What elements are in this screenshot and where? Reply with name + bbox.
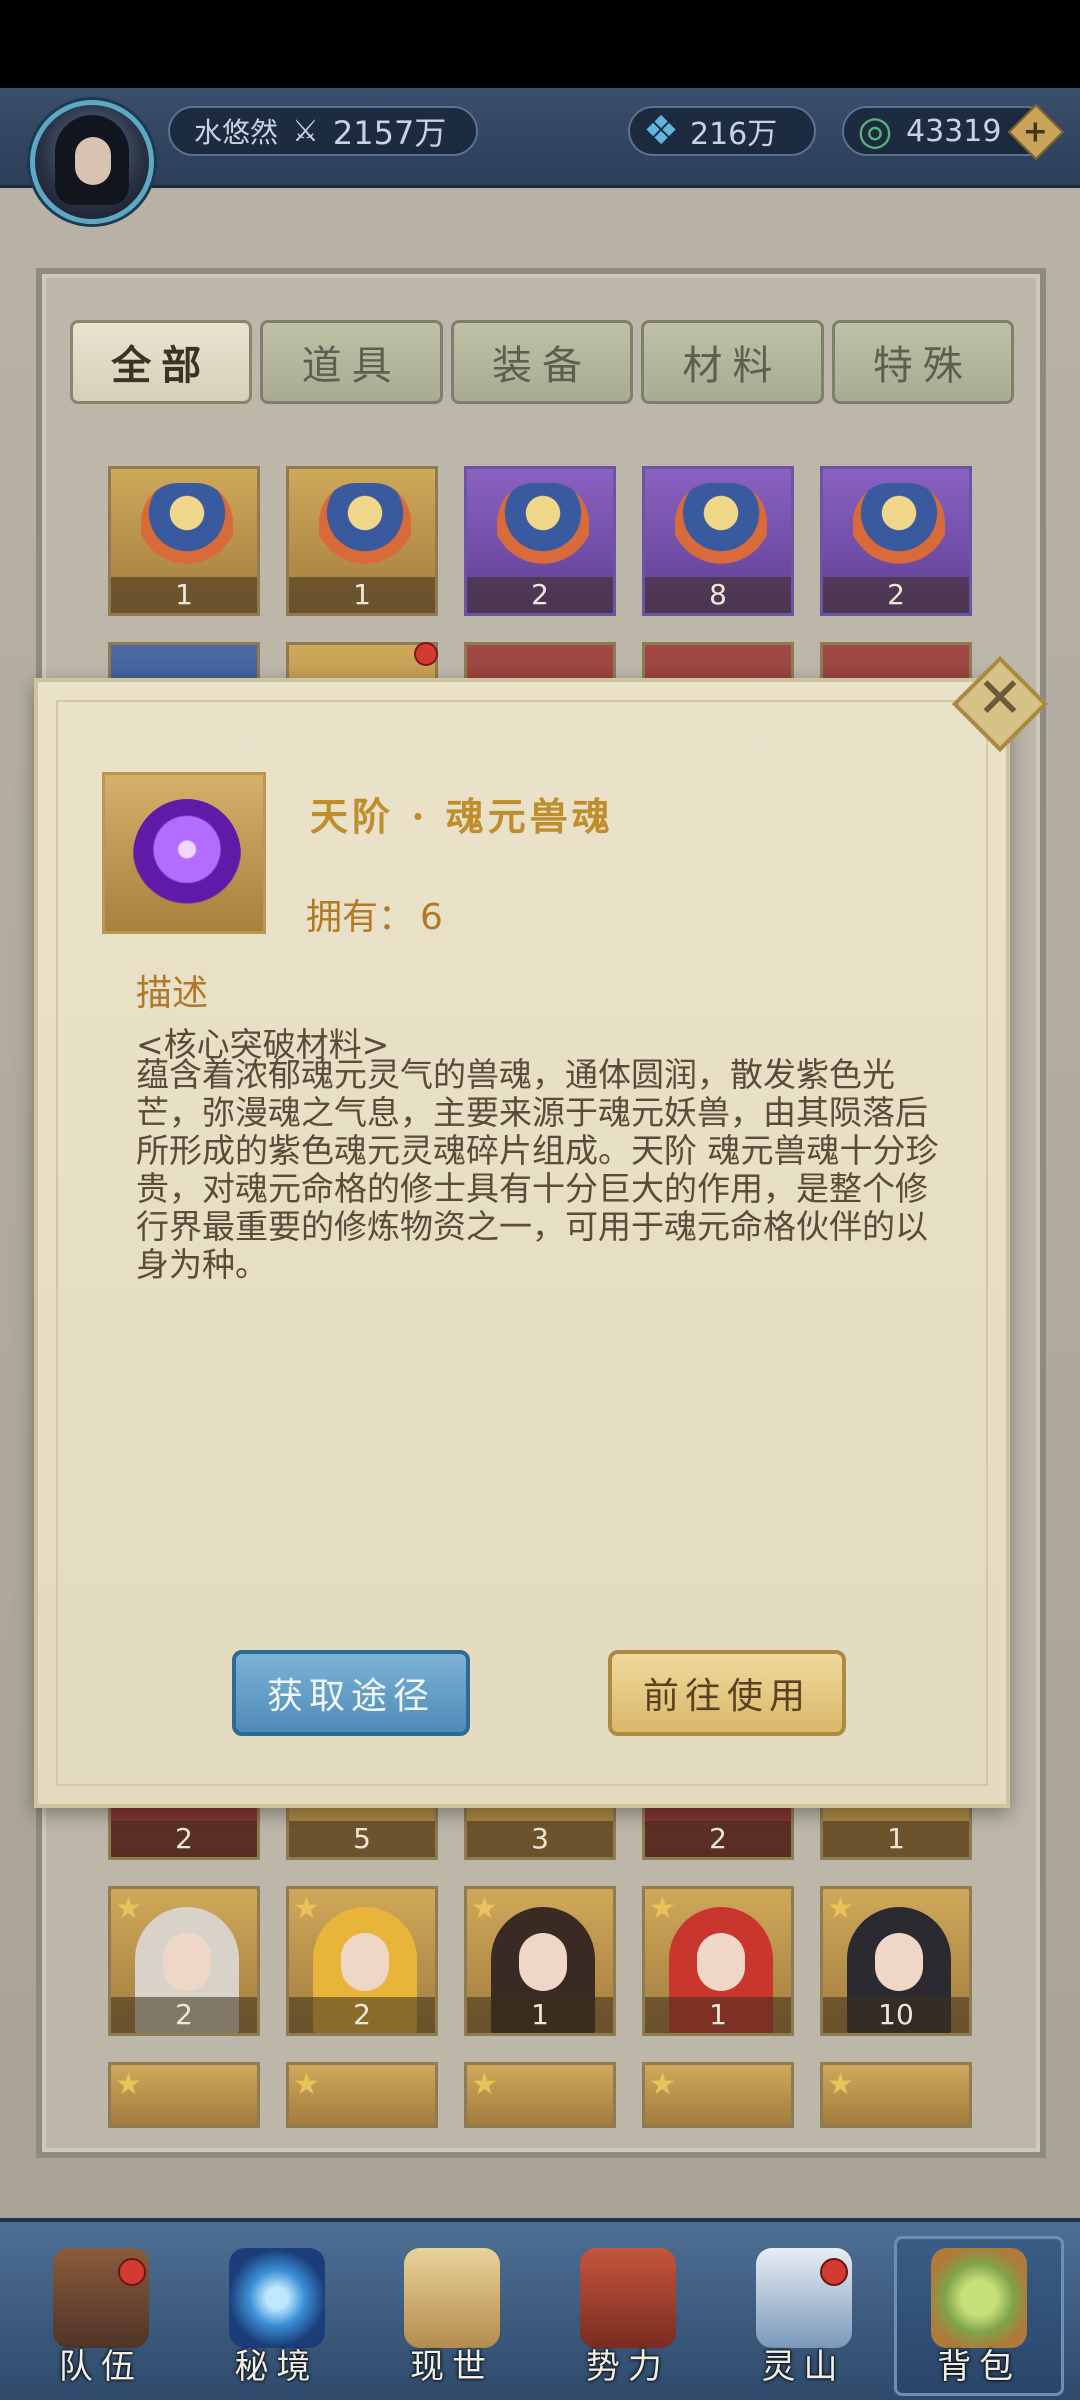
palace-icon bbox=[579, 2248, 676, 2348]
avatar-face bbox=[75, 137, 111, 185]
tab-all[interactable]: 全部 bbox=[70, 320, 253, 404]
bottom-nav: 队伍 秘境 现世 势力 灵山 背包 bbox=[0, 2218, 1080, 2400]
item-quantity: 2 bbox=[467, 577, 613, 613]
notification-dot bbox=[117, 2258, 146, 2286]
close-icon: ✕ bbox=[976, 666, 1024, 731]
item-quantity: 3 bbox=[467, 1821, 613, 1857]
jade-amount: 216万 bbox=[690, 117, 778, 152]
nav-label: 背包 bbox=[937, 2347, 1022, 2387]
nav-label: 势力 bbox=[585, 2347, 670, 2387]
jade-currency[interactable]: ❖ 216万 bbox=[628, 106, 816, 156]
sword-power-icon: ⚔ bbox=[292, 113, 319, 149]
star-icon: ★ bbox=[827, 1891, 854, 1926]
beast-soul-icon bbox=[133, 799, 241, 911]
tab-special[interactable]: 特殊 bbox=[831, 320, 1015, 404]
item-quantity: 1 bbox=[111, 577, 257, 613]
character-card[interactable]: ★ 1 bbox=[464, 1886, 616, 2036]
character-card[interactable]: ★ bbox=[464, 2062, 616, 2128]
item-quantity: 2 bbox=[645, 1821, 791, 1857]
tab-props[interactable]: 道具 bbox=[260, 320, 443, 404]
map-scroll-icon bbox=[404, 2248, 501, 2348]
inventory-item[interactable]: 2 bbox=[820, 466, 972, 616]
inventory-item[interactable]: 1 bbox=[108, 466, 260, 616]
item-quantity: 1 bbox=[823, 1821, 969, 1857]
pouch-icon bbox=[141, 483, 233, 583]
star-icon: ★ bbox=[649, 1891, 676, 1926]
star-icon: ★ bbox=[293, 2067, 320, 2102]
item-quantity: 8 bbox=[645, 577, 791, 613]
inventory-tabs: 全部 道具 装备 材料 特殊 bbox=[70, 320, 1015, 404]
inventory-row: 1 1 2 8 2 bbox=[108, 466, 978, 616]
character-card[interactable]: ★ 2 bbox=[286, 1886, 438, 2036]
character-card[interactable]: ★ bbox=[820, 2062, 972, 2128]
description-heading: 描述 bbox=[136, 973, 209, 1014]
go-use-button[interactable]: 前往使用 bbox=[608, 1650, 846, 1736]
owned-label: 拥有： bbox=[306, 897, 415, 938]
character-card[interactable]: ★ bbox=[108, 2062, 260, 2128]
item-quantity: 2 bbox=[111, 1997, 257, 2033]
player-info[interactable]: 水悠然 ⚔ 2157万 bbox=[168, 106, 478, 156]
star-icon: ★ bbox=[471, 2067, 498, 2102]
item-quantity: 2 bbox=[823, 577, 969, 613]
player-avatar[interactable] bbox=[30, 100, 154, 224]
bag-icon bbox=[931, 2248, 1028, 2348]
nav-label: 秘境 bbox=[234, 2347, 319, 2387]
owned-count: 拥有： 6 bbox=[306, 888, 443, 940]
inventory-row: ★ ★ ★ ★ ★ bbox=[108, 2062, 978, 2128]
item-quantity: 2 bbox=[111, 1821, 257, 1857]
vortex-icon bbox=[228, 2248, 325, 2348]
coin-amount: 43319 bbox=[906, 113, 1002, 149]
star-icon: ★ bbox=[471, 1891, 498, 1926]
nav-item-spirit-mountain[interactable]: 灵山 bbox=[719, 2236, 889, 2396]
star-icon: ★ bbox=[827, 2067, 854, 2102]
item-quantity: 10 bbox=[823, 1997, 969, 2033]
nav-item-backpack[interactable]: 背包 bbox=[894, 2236, 1065, 2396]
nav-label: 队伍 bbox=[58, 2347, 143, 2387]
owned-value: 6 bbox=[420, 897, 443, 938]
star-icon: ★ bbox=[115, 2067, 142, 2102]
description-body: 蕴含着浓郁魂元灵气的兽魂，通体圆润，散发紫色光芒，弥漫魂之气息，主要来源于魂元妖… bbox=[136, 1055, 939, 1284]
item-quantity: 1 bbox=[467, 1997, 613, 2033]
pouch-icon bbox=[319, 483, 411, 583]
nav-item-faction[interactable]: 势力 bbox=[543, 2236, 713, 2396]
star-icon: ★ bbox=[115, 1891, 142, 1926]
star-icon: ★ bbox=[293, 1891, 320, 1926]
nav-item-secret-realm[interactable]: 秘境 bbox=[192, 2236, 362, 2396]
star-icon: ★ bbox=[649, 2067, 676, 2102]
nav-item-world[interactable]: 现世 bbox=[367, 2236, 537, 2396]
character-card[interactable]: ★ bbox=[642, 2062, 794, 2128]
tab-materials[interactable]: 材料 bbox=[641, 320, 824, 404]
inventory-item[interactable]: 8 bbox=[642, 466, 794, 616]
character-card[interactable]: ★ 1 bbox=[642, 1886, 794, 2036]
character-card[interactable]: ★ 10 bbox=[820, 1886, 972, 2036]
item-title: 天阶 · 魂元兽魂 bbox=[310, 794, 614, 839]
character-card[interactable]: ★ bbox=[286, 2062, 438, 2128]
item-quantity: 5 bbox=[289, 1821, 435, 1857]
acquire-source-button[interactable]: 获取途径 bbox=[232, 1650, 470, 1736]
pouch-icon bbox=[853, 483, 945, 583]
pouch-icon bbox=[497, 483, 589, 583]
character-card[interactable]: ★ 2 bbox=[108, 1886, 260, 2036]
notification-dot bbox=[414, 642, 438, 666]
player-name: 水悠然 bbox=[194, 116, 279, 149]
close-dialog-button[interactable]: ✕ bbox=[951, 655, 1049, 753]
inventory-item[interactable]: 2 bbox=[464, 466, 616, 616]
item-quantity: 1 bbox=[289, 577, 435, 613]
jade-coin-icon: ◎ bbox=[857, 108, 893, 154]
inventory-item[interactable]: 1 bbox=[286, 466, 438, 616]
jade-crystal-icon: ❖ bbox=[643, 108, 679, 154]
item-quantity: 2 bbox=[289, 1997, 435, 2033]
tab-equipment[interactable]: 装备 bbox=[450, 320, 634, 404]
nav-label: 现世 bbox=[410, 2347, 495, 2387]
coin-currency[interactable]: ◎ 43319 + bbox=[842, 103, 1065, 161]
nav-item-team[interactable]: 队伍 bbox=[16, 2236, 186, 2396]
item-portrait bbox=[102, 772, 266, 934]
combat-power: 2157万 bbox=[332, 114, 447, 152]
inventory-row: ★ 2 ★ 2 ★ 1 ★ 1 ★ 10 bbox=[108, 1886, 978, 2036]
item-quantity: 1 bbox=[645, 1997, 791, 2033]
pouch-icon bbox=[675, 483, 767, 583]
nav-label: 灵山 bbox=[761, 2347, 846, 2387]
status-bar bbox=[0, 0, 1080, 88]
